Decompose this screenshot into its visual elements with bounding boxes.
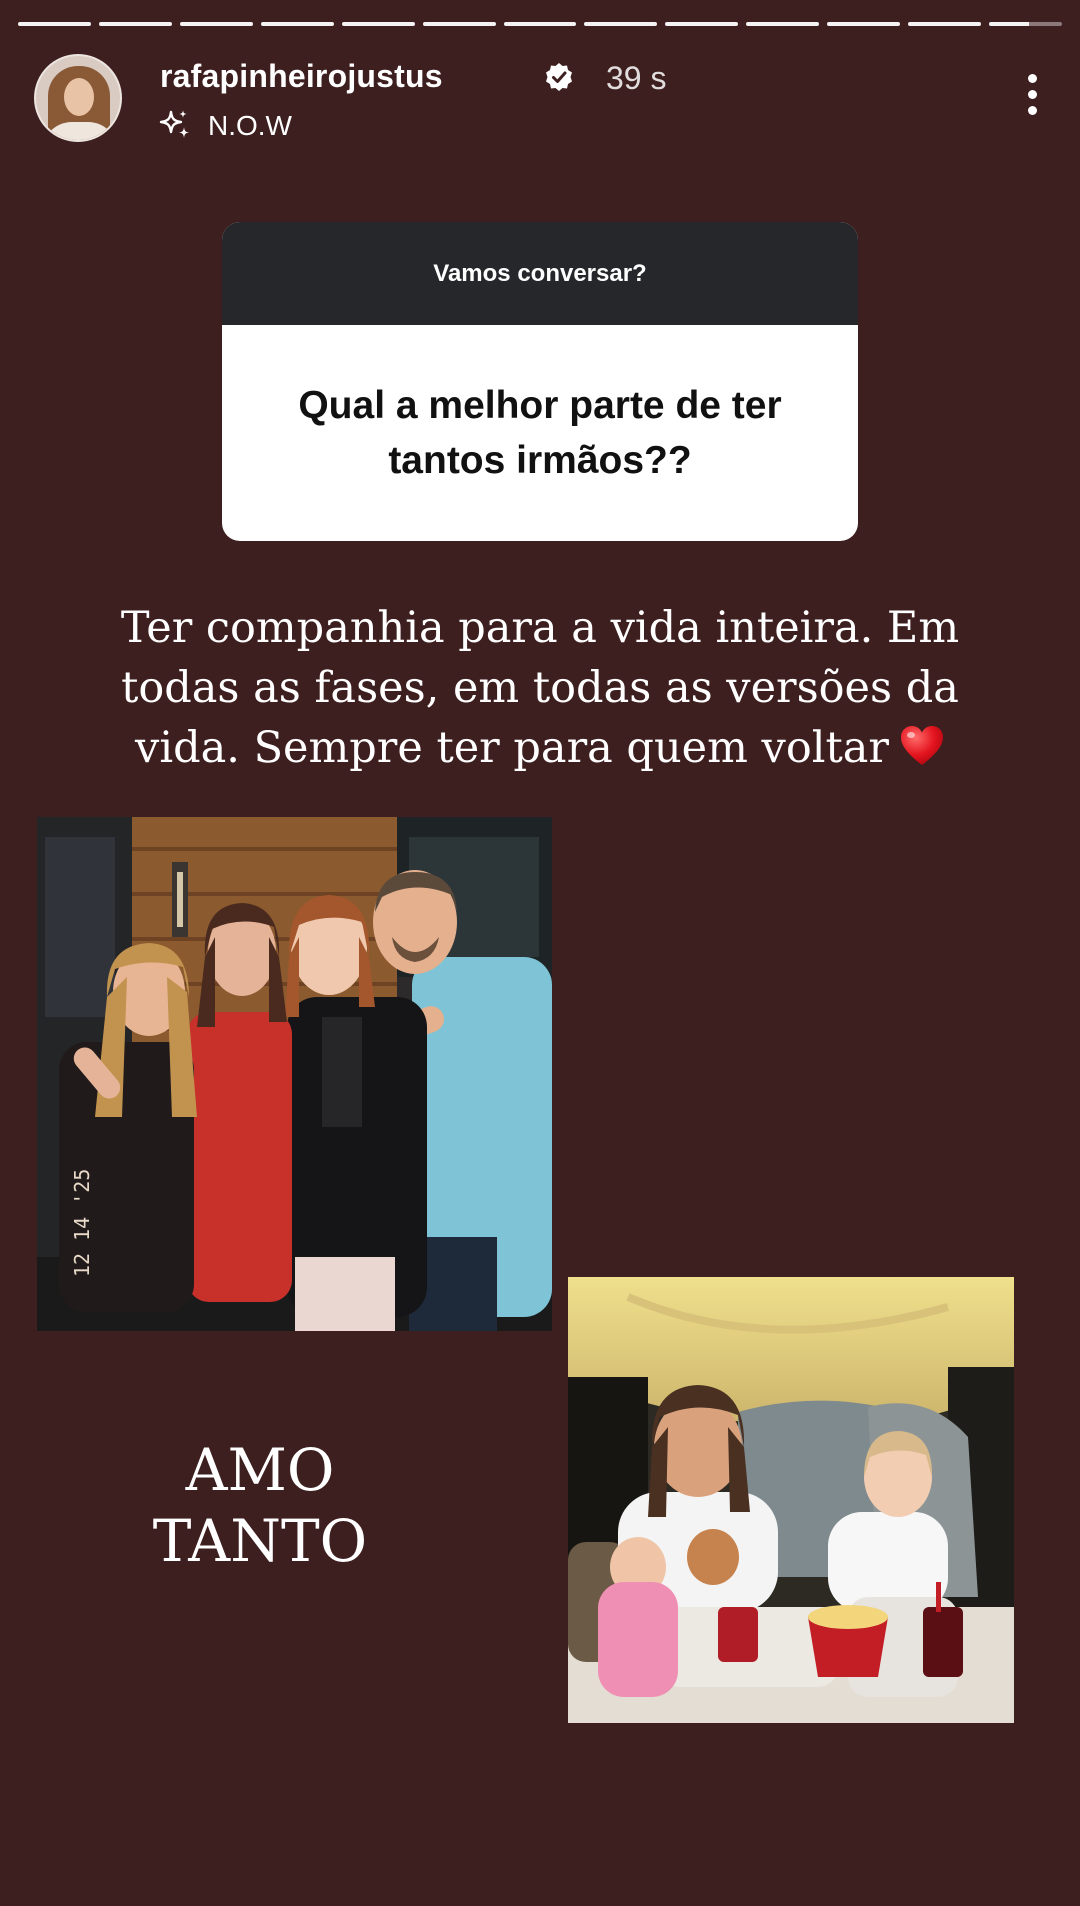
story-viewer[interactable]: rafapinheirojustus 39 s N.O.W Vamos conv…	[0, 0, 1080, 1906]
caption-text: AMO TANTO	[120, 1435, 400, 1577]
post-time: 39 s	[606, 60, 667, 96]
answer-line-3: vida. Sempre ter para quem voltar	[60, 718, 1020, 778]
answer-line-2: todas as fases, em todas as versões da	[121, 663, 959, 714]
more-vertical-icon[interactable]	[1020, 74, 1044, 122]
progress-segment	[18, 22, 91, 26]
username[interactable]: rafapinheirojustus	[160, 58, 443, 95]
answer-text: Ter companhia para a vida inteira. Em to…	[60, 598, 1020, 779]
progress-segment	[989, 22, 1062, 26]
photo-kids-image	[568, 1277, 1014, 1723]
caption-line-1: AMO	[185, 1436, 335, 1504]
answer-line-1: Ter companhia para a vida inteira. Em	[120, 603, 960, 653]
photo-kids[interactable]	[568, 1277, 1014, 1723]
progress-segment	[98, 22, 172, 26]
progress-segment	[341, 22, 415, 26]
progress-segment	[746, 22, 820, 26]
question-sticker[interactable]: Vamos conversar? Qual a melhor parte de …	[222, 222, 858, 541]
question-text: Qual a melhor parte de ter tantos irmãos…	[298, 383, 782, 482]
progress-segment	[503, 22, 577, 26]
story-header: rafapinheirojustus 39 s N.O.W	[32, 52, 1048, 152]
sparkle-icon	[159, 110, 189, 138]
photo-siblings[interactable]: 12 14 '25	[37, 817, 552, 1331]
progress-segment	[584, 22, 658, 26]
avatar[interactable]	[34, 54, 122, 142]
verified-badge-icon	[546, 63, 572, 91]
progress-segment	[422, 22, 496, 26]
progress-segment	[665, 22, 739, 26]
question-sticker-title: Vamos conversar?	[222, 222, 858, 325]
progress-segment	[827, 22, 901, 26]
story-subtitle[interactable]: N.O.W	[208, 110, 292, 142]
red-heart-icon	[900, 726, 943, 766]
photo-siblings-image: 12 14 '25	[37, 817, 552, 1331]
progress-segment	[260, 22, 334, 26]
progress-segment	[908, 22, 982, 26]
progress-segment	[179, 22, 253, 26]
answer-line-3-text: vida. Sempre ter para quem voltar	[135, 723, 889, 774]
story-progress-bar	[18, 22, 1062, 26]
photo-date-stamp: 12 14 '25	[70, 1169, 94, 1277]
caption-line-2: TANTO	[152, 1506, 368, 1575]
